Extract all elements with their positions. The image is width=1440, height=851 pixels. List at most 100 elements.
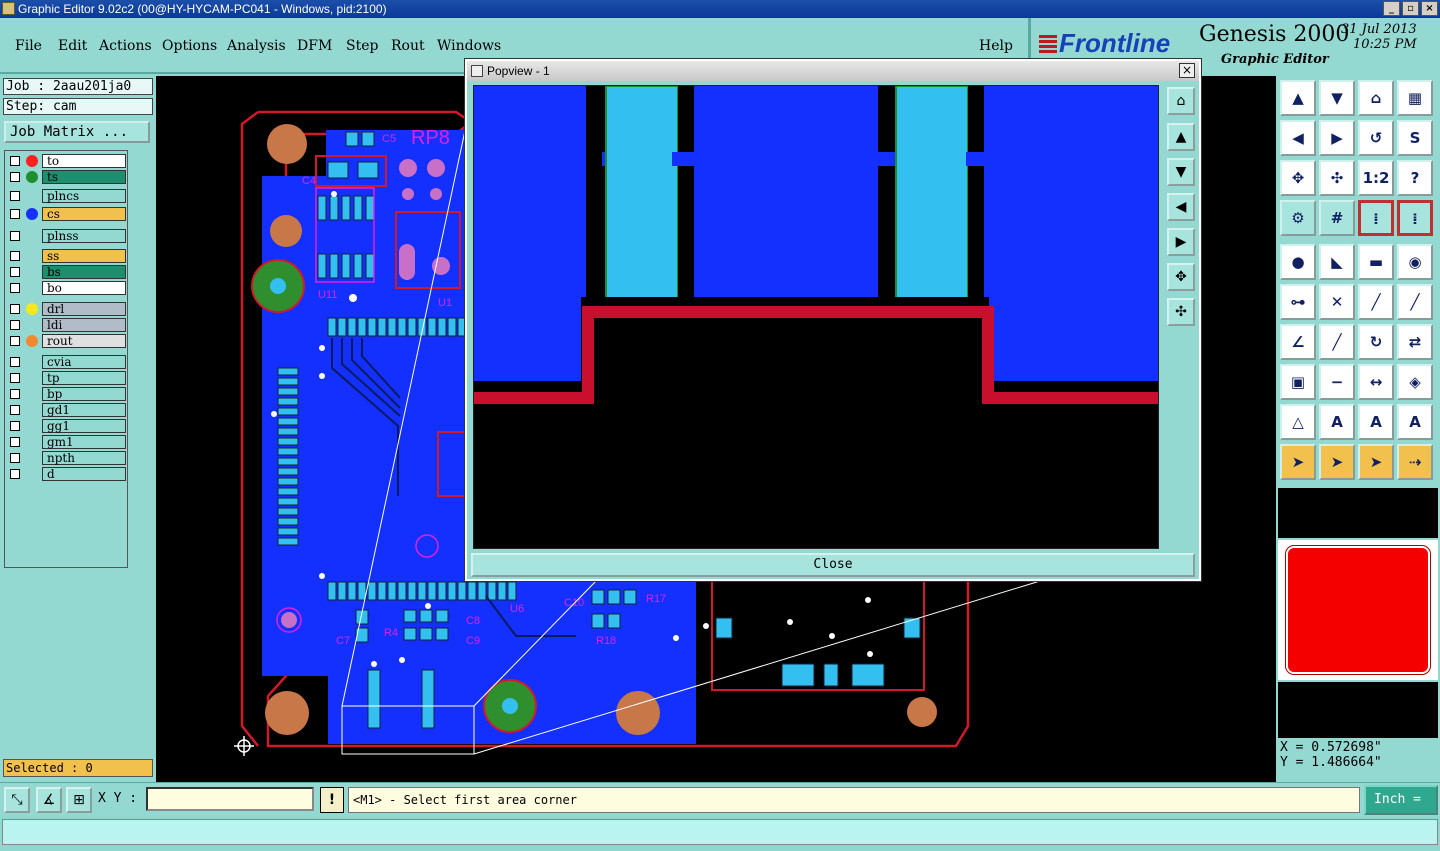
layer-checkbox[interactable] bbox=[10, 405, 20, 415]
job-matrix-button[interactable]: Job Matrix ... bbox=[4, 121, 150, 143]
layer-row-gm1[interactable]: gm1 bbox=[8, 435, 126, 449]
layer-row-gd1[interactable]: gd1 bbox=[8, 403, 126, 417]
layer-row-d[interactable]: d bbox=[8, 467, 126, 481]
minimize-button[interactable]: _ bbox=[1383, 1, 1400, 16]
line-point-icon[interactable]: ╱ bbox=[1397, 284, 1433, 320]
a-shape-3-icon[interactable]: A bbox=[1397, 404, 1433, 440]
layer-row-tp[interactable]: tp bbox=[8, 371, 126, 385]
zoom-up-icon[interactable]: ▲ bbox=[1280, 80, 1316, 116]
layer-row-npth[interactable]: npth bbox=[8, 451, 126, 465]
layer-row-ss[interactable]: ss bbox=[8, 249, 126, 263]
grid-snap-icon[interactable]: ⊞ bbox=[66, 787, 92, 813]
layer-checkbox[interactable] bbox=[10, 357, 20, 367]
layer-name[interactable]: to bbox=[42, 154, 126, 168]
redraw-icon[interactable]: S bbox=[1397, 120, 1433, 156]
layer-name[interactable]: cvia bbox=[42, 355, 126, 369]
help-icon[interactable]: ? bbox=[1397, 160, 1433, 196]
zoom-center-icon[interactable]: ✣ bbox=[1319, 160, 1355, 196]
mirror-icon[interactable]: ⇄ bbox=[1397, 324, 1433, 360]
popview-pan-up-icon[interactable]: ▲ bbox=[1167, 123, 1195, 151]
draw-line-icon[interactable]: ╱ bbox=[1319, 324, 1355, 360]
layer-checkbox[interactable] bbox=[10, 453, 20, 463]
square-node-icon[interactable]: ▣ bbox=[1280, 364, 1316, 400]
layer-checkbox[interactable] bbox=[10, 373, 20, 383]
snap-on-icon[interactable]: ⁞ bbox=[1358, 200, 1394, 236]
a-shape-icon[interactable]: A bbox=[1319, 404, 1355, 440]
layer-row-bo[interactable]: bo bbox=[8, 281, 126, 295]
line-icon[interactable]: ╱ bbox=[1358, 284, 1394, 320]
shapes-icon[interactable]: ◈ bbox=[1397, 364, 1433, 400]
pan-right-icon[interactable]: ▶ bbox=[1319, 120, 1355, 156]
menu-options[interactable]: Options bbox=[162, 38, 217, 54]
triangle-icon[interactable]: △ bbox=[1280, 404, 1316, 440]
layer-name[interactable]: plnss bbox=[42, 229, 126, 243]
menu-rout[interactable]: Rout bbox=[391, 38, 425, 54]
menu-edit[interactable]: Edit bbox=[58, 38, 87, 54]
layer-checkbox[interactable] bbox=[10, 251, 20, 261]
arc-icon[interactable]: ↻ bbox=[1358, 324, 1394, 360]
ruler-icon[interactable]: ▬ bbox=[1358, 244, 1394, 280]
layer-row-ts[interactable]: ts bbox=[8, 170, 126, 184]
layer-name[interactable]: tp bbox=[42, 371, 126, 385]
menu-file[interactable]: File bbox=[15, 38, 42, 54]
measure-tool-icon[interactable]: ⚙ bbox=[1280, 200, 1316, 236]
pointer-icon[interactable]: ➤ bbox=[1280, 444, 1316, 480]
layer-checkbox[interactable] bbox=[10, 283, 20, 293]
route-icon[interactable]: ⇢ bbox=[1397, 444, 1433, 480]
layer-name[interactable]: ss bbox=[42, 249, 126, 263]
cross-icon[interactable]: ✕ bbox=[1319, 284, 1355, 320]
snap-mode-icon[interactable]: ⤡ bbox=[4, 787, 30, 813]
layer-checkbox[interactable] bbox=[10, 231, 20, 241]
layer-name[interactable]: drl bbox=[42, 302, 126, 316]
angle-snap-icon[interactable]: ∡ bbox=[36, 787, 62, 813]
layer-name[interactable]: gm1 bbox=[42, 435, 126, 449]
a-shape-2-icon[interactable]: A bbox=[1358, 404, 1394, 440]
warning-button[interactable]: ! bbox=[320, 787, 344, 813]
layer-row-to[interactable]: to bbox=[8, 154, 126, 168]
popview-pan-down-icon[interactable]: ▼ bbox=[1167, 158, 1195, 186]
board-thumbnail[interactable] bbox=[1278, 540, 1438, 680]
connect-icon[interactable]: ⊶ bbox=[1280, 284, 1316, 320]
layer-name[interactable]: bo bbox=[42, 281, 126, 295]
popview-pan-right-icon[interactable]: ▶ bbox=[1167, 228, 1195, 256]
layer-row-rout[interactable]: rout bbox=[8, 334, 126, 348]
menu-windows[interactable]: Windows bbox=[437, 38, 501, 54]
layer-name[interactable]: rout bbox=[42, 334, 126, 348]
layer-row-plnss[interactable]: plnss bbox=[8, 229, 126, 243]
popview-close-button[interactable]: Close bbox=[471, 553, 1195, 577]
layer-name[interactable]: npth bbox=[42, 451, 126, 465]
maximize-button[interactable]: ▫ bbox=[1402, 1, 1419, 16]
window-layout-icon[interactable]: ▦ bbox=[1397, 80, 1433, 116]
popview-pan-left-icon[interactable]: ◀ bbox=[1167, 193, 1195, 221]
layer-row-gg1[interactable]: gg1 bbox=[8, 419, 126, 433]
layer-checkbox[interactable] bbox=[10, 191, 20, 201]
layer-name[interactable]: d bbox=[42, 467, 126, 481]
layer-name[interactable]: bs bbox=[42, 265, 126, 279]
home-view-icon[interactable]: ⌂ bbox=[1358, 80, 1394, 116]
popview-close-icon[interactable]: × bbox=[1179, 63, 1195, 78]
layer-name[interactable]: gd1 bbox=[42, 403, 126, 417]
grid-icon[interactable]: # bbox=[1319, 200, 1355, 236]
layer-row-drl[interactable]: drl bbox=[8, 302, 126, 316]
select-feature-icon[interactable]: ● bbox=[1280, 244, 1316, 280]
pan-left-icon[interactable]: ◀ bbox=[1280, 120, 1316, 156]
dimension-icon[interactable]: ↔ bbox=[1358, 364, 1394, 400]
layer-checkbox[interactable] bbox=[10, 389, 20, 399]
menu-help[interactable]: Help bbox=[979, 38, 1013, 54]
layer-row-cs[interactable]: cs bbox=[8, 207, 126, 221]
popview-zoom-home-icon[interactable]: ⌂ bbox=[1167, 87, 1195, 115]
layer-name[interactable]: gg1 bbox=[42, 419, 126, 433]
layer-row-plncs[interactable]: plncs bbox=[8, 189, 126, 203]
layer-name[interactable]: bp bbox=[42, 387, 126, 401]
layer-name[interactable]: plncs bbox=[42, 189, 126, 203]
undo-view-icon[interactable]: ↺ bbox=[1358, 120, 1394, 156]
zoom-fit-icon[interactable]: ✥ bbox=[1280, 160, 1316, 196]
zoom-down-icon[interactable]: ▼ bbox=[1319, 80, 1355, 116]
pointer-box-icon[interactable]: ➤ bbox=[1319, 444, 1355, 480]
layer-name[interactable]: ldi bbox=[42, 318, 126, 332]
layer-name[interactable]: cs bbox=[42, 207, 126, 221]
layer-row-bp[interactable]: bp bbox=[8, 387, 126, 401]
layer-row-cvia[interactable]: cvia bbox=[8, 355, 126, 369]
highlight-icon[interactable]: ◣ bbox=[1319, 244, 1355, 280]
layer-row-ldi[interactable]: ldi bbox=[8, 318, 126, 332]
